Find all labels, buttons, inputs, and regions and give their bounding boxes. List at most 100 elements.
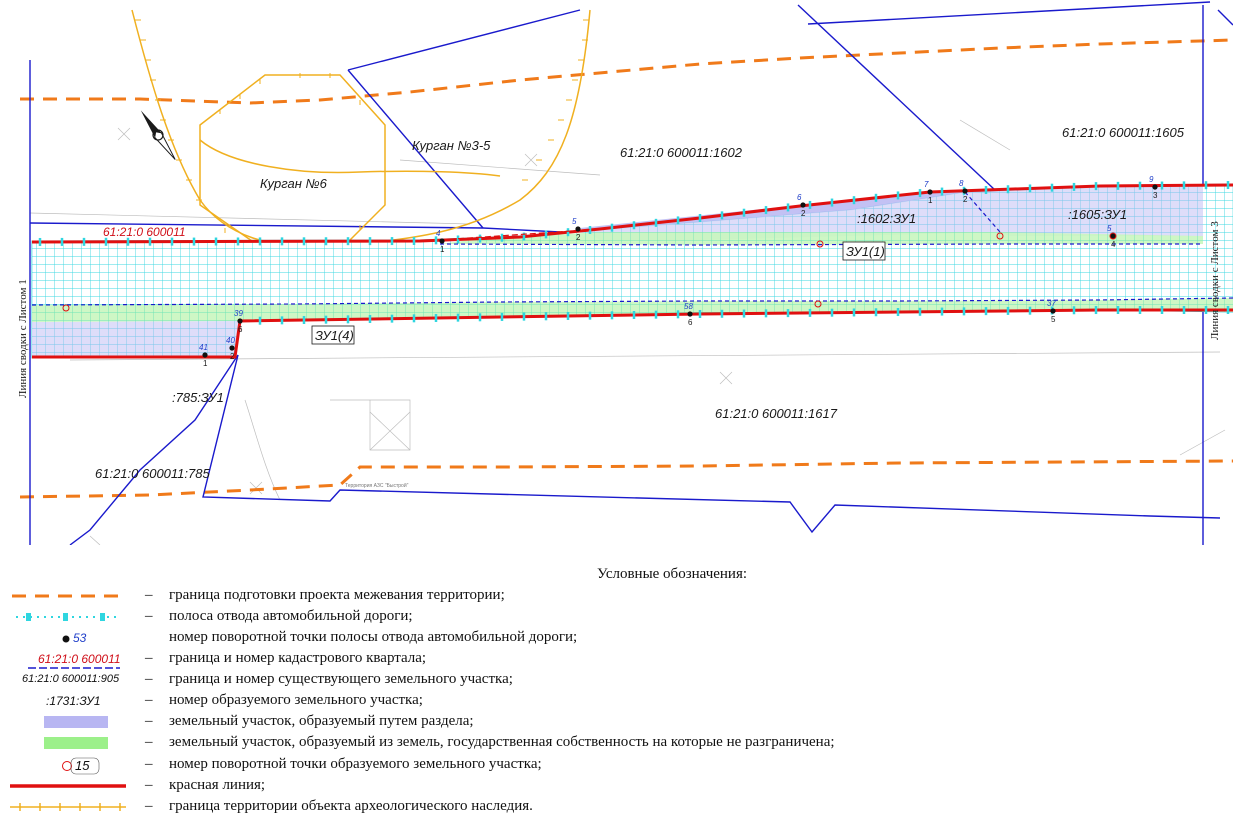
legend-dash: – <box>145 692 153 708</box>
legend-item-red-line: – красная линия; <box>0 776 1233 797</box>
turning-point-dot <box>202 352 208 358</box>
red-circle-point-icon <box>62 757 100 775</box>
legend: Условные обозначения: – граница подготов… <box>0 545 1233 836</box>
legend-dash: – <box>145 650 153 666</box>
legend-item-split-parcel: – земельный участок, образуемый путем ра… <box>0 712 1233 733</box>
point-number: 2 <box>801 209 806 218</box>
point-number: 6 <box>238 325 243 334</box>
legend-sample-parcel: 61:21:0 600011:905 <box>22 673 120 685</box>
parcel-1602-label: 61:21:0 600011:1602 <box>620 145 743 160</box>
legend-item-quarter: 61:21:0 600011 – граница и номер кадастр… <box>0 649 1233 670</box>
zu-1605-label: :1605:ЗУ1 <box>1068 207 1127 222</box>
turning-point-dot <box>962 188 968 194</box>
zu1-4-label: ЗУ1(4) <box>315 328 354 343</box>
point-number-blue: 37 <box>1047 299 1056 308</box>
archaeology-ticks <box>135 19 589 253</box>
legend-item-archaeology: – граница территории объекта археологиче… <box>0 797 1233 818</box>
legend-text: земельный участок, образуемый из земель,… <box>169 734 835 750</box>
legend-dash: – <box>145 798 153 814</box>
point-number-blue: 8 <box>959 179 964 188</box>
point-number-blue: 6 <box>797 193 802 202</box>
legend-item-parcel: 61:21:0 600011:905 – граница и номер сущ… <box>0 670 1233 691</box>
legend-text: граница подготовки проекта межевания тер… <box>169 587 505 603</box>
point-number-blue: 5 <box>1107 224 1112 233</box>
parcel-1617-label: 61:21:0 600011:1617 <box>715 406 838 421</box>
legend-item-state-land: – земельный участок, образуемый из земел… <box>0 733 1233 754</box>
turning-point-dot <box>800 202 806 208</box>
legend-text: граница территории объекта археологическ… <box>169 798 533 814</box>
quarter-label: 61:21:0 600011 <box>103 225 186 239</box>
point-number-blue: 5 <box>572 217 577 226</box>
turning-point-dot <box>237 318 243 324</box>
legend-item-road-point: 53 номер поворотной точки полосы отвода … <box>0 628 1233 649</box>
legend-item-plan-boundary: – граница подготовки проекта межевания т… <box>0 586 1233 607</box>
legend-text: земельный участок, образуемый путем разд… <box>169 713 474 729</box>
red-line-icon <box>10 784 126 788</box>
legend-dash: – <box>145 713 153 729</box>
side-right-label: Линия сводки с Листом 3 <box>1209 221 1221 340</box>
azs-label: Территория АЗС "Быстрой" <box>345 482 409 489</box>
black-point-icon <box>62 635 70 643</box>
point-number-blue: 58 <box>684 302 693 311</box>
side-left-label: Линия сводки с Листом 1 <box>17 279 29 398</box>
zu1-1-label: ЗУ1(1) <box>846 244 885 259</box>
turning-point-dot <box>229 345 235 351</box>
legend-sample-new-point: 15 <box>75 758 90 773</box>
archaeology-boundaries <box>131 9 591 251</box>
legend-text: граница и номер существующего земельного… <box>169 671 513 687</box>
point-number: 4 <box>1111 240 1116 249</box>
point-number: 1 <box>928 196 933 205</box>
legend-text: номер поворотной точки образуемого земел… <box>169 756 542 772</box>
legend-dash: – <box>145 608 153 624</box>
legend-sample-point: 53 <box>73 631 87 645</box>
kurgan-35-label: Курган №3-5 <box>412 138 491 153</box>
legend-dash: – <box>145 734 153 750</box>
parcel-785-label: 61:21:0 600011:785 <box>95 466 210 481</box>
zu-785-label: :785:ЗУ1 <box>172 390 224 405</box>
point-number-blue: 40 <box>226 336 235 345</box>
legend-text: номер поворотной точки полосы отвода авт… <box>169 629 578 645</box>
legend-sample-quarter: 61:21:0 600011 <box>38 652 121 666</box>
legend-sample-zu: :1731:ЗУ1 <box>46 694 101 708</box>
purple-swatch-icon <box>44 716 108 728</box>
archaeology-line-icon <box>10 803 126 811</box>
legend-text: граница и номер кадастрового квартала; <box>169 650 427 666</box>
point-number: 1 <box>203 359 208 368</box>
turning-point-dot <box>927 189 933 195</box>
turning-point-dot <box>687 311 693 317</box>
zu-1602-label: :1602:ЗУ1 <box>857 211 916 226</box>
legend-dash: – <box>145 777 153 793</box>
point-number: 2 <box>576 233 581 242</box>
legend-text: номер образуемого земельного участка; <box>169 692 423 708</box>
point-number: 3 <box>1153 191 1158 200</box>
turning-point-dot <box>575 226 581 232</box>
point-number: 2 <box>230 352 235 361</box>
turning-point-dot <box>1152 184 1158 190</box>
legend-dash: – <box>145 756 153 772</box>
legend-title: Условные обозначения: <box>597 566 748 582</box>
point-number: 5 <box>1051 315 1056 324</box>
point-number-blue: 9 <box>1149 175 1154 184</box>
road-strip-line-icon <box>16 613 118 621</box>
legend-item-road-strip: – полоса отвода автомобильной дороги; <box>0 607 1233 628</box>
kurgan-6-label: Курган №6 <box>260 176 328 191</box>
orange-dashed-line-icon <box>12 594 122 598</box>
turning-point-dot <box>439 238 445 244</box>
legend-item-new-parcel-number: :1731:ЗУ1 – номер образуемого земельного… <box>0 691 1233 712</box>
legend-dash: – <box>145 671 153 687</box>
cadastral-map: 52416271829354375586396402411 Курган №3-… <box>17 1 1233 545</box>
north-arrow-icon <box>140 110 176 160</box>
point-number-blue: 7 <box>924 180 929 189</box>
green-swatch-icon <box>44 737 108 749</box>
point-number: 6 <box>688 318 693 327</box>
point-number: 2 <box>963 195 968 204</box>
legend-dash: – <box>145 587 153 603</box>
turning-point-dot <box>1050 308 1056 314</box>
point-number-blue: 39 <box>234 309 243 318</box>
point-number: 1 <box>440 245 445 254</box>
strip-grid-overlay <box>32 184 1233 358</box>
legend-text: полоса отвода автомобильной дороги; <box>169 608 413 624</box>
legend-text: красная линия; <box>169 777 266 793</box>
parcel-1605-label: 61:21:0 600011:1605 <box>1062 125 1185 140</box>
point-number-blue: 41 <box>199 343 208 352</box>
